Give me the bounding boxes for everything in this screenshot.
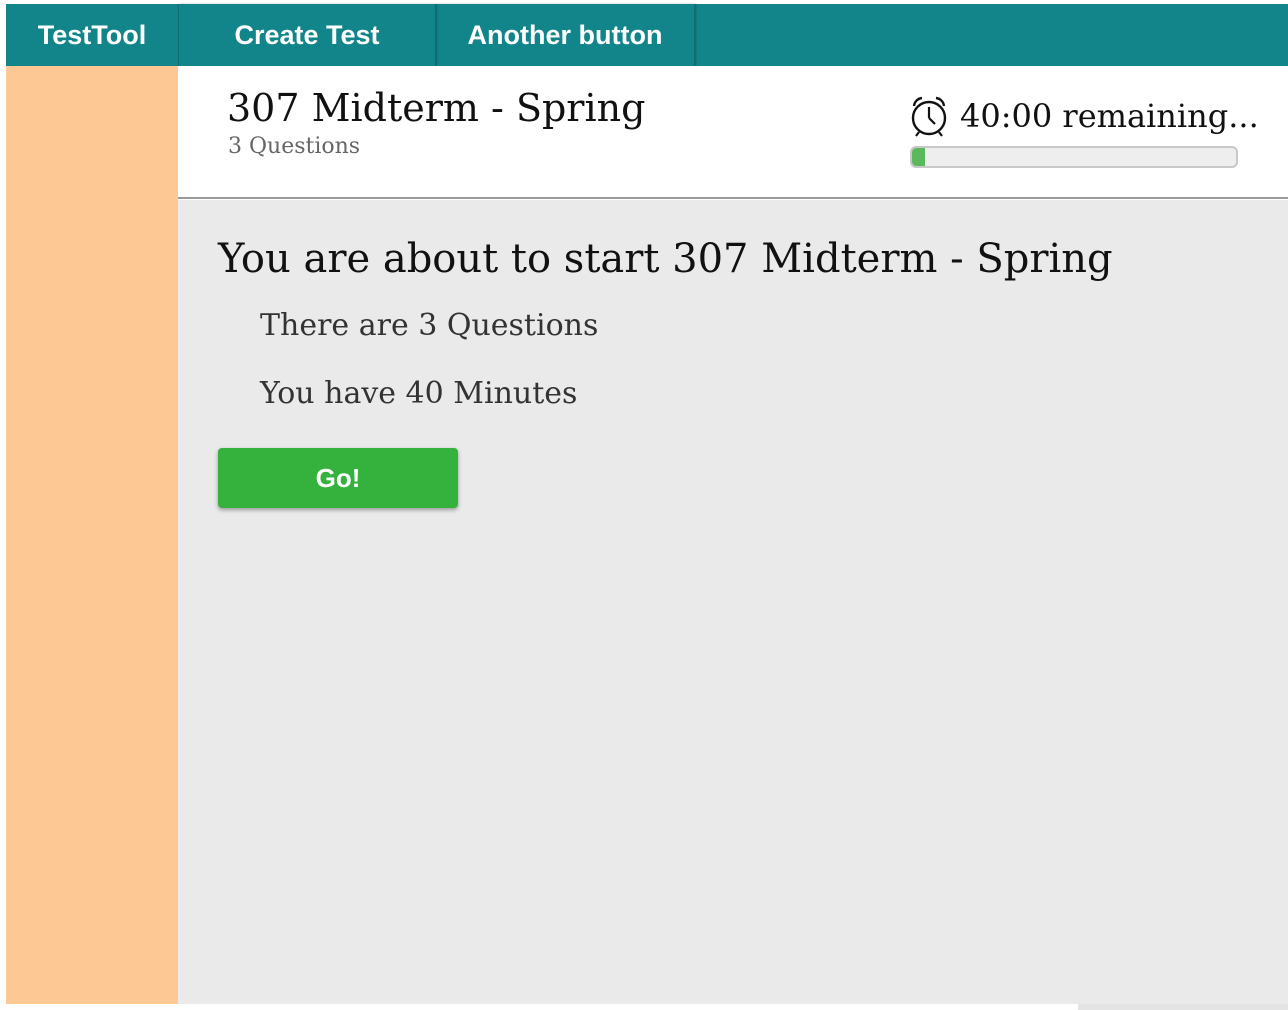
start-heading: You are about to start 307 Midterm - Spr… <box>218 236 1113 282</box>
alarm-clock-icon <box>908 94 950 138</box>
time-progress-bar <box>910 146 1238 168</box>
questions-info: There are 3 Questions <box>260 308 599 343</box>
go-button[interactable]: Go! <box>218 448 458 508</box>
page-title: 307 Midterm - Spring <box>227 86 646 130</box>
top-nav-bar: TestTool Create Test Another button <box>6 4 1288 66</box>
sidebar <box>6 66 178 1004</box>
create-test-button[interactable]: Create Test <box>178 4 436 66</box>
timer-text: 40:00 remaining... <box>960 97 1259 135</box>
another-button[interactable]: Another button <box>436 4 695 66</box>
brand-button[interactable]: TestTool <box>6 4 178 66</box>
question-count: 3 Questions <box>228 134 361 159</box>
timer: 40:00 remaining... <box>908 94 1259 138</box>
bottom-strip <box>1078 1004 1288 1010</box>
main-content: You are about to start 307 Midterm - Spr… <box>178 200 1288 1004</box>
time-progress-fill <box>912 148 925 166</box>
time-info: You have 40 Minutes <box>260 376 578 411</box>
test-header: 307 Midterm - Spring 3 Questions 40:00 r… <box>178 66 1288 199</box>
